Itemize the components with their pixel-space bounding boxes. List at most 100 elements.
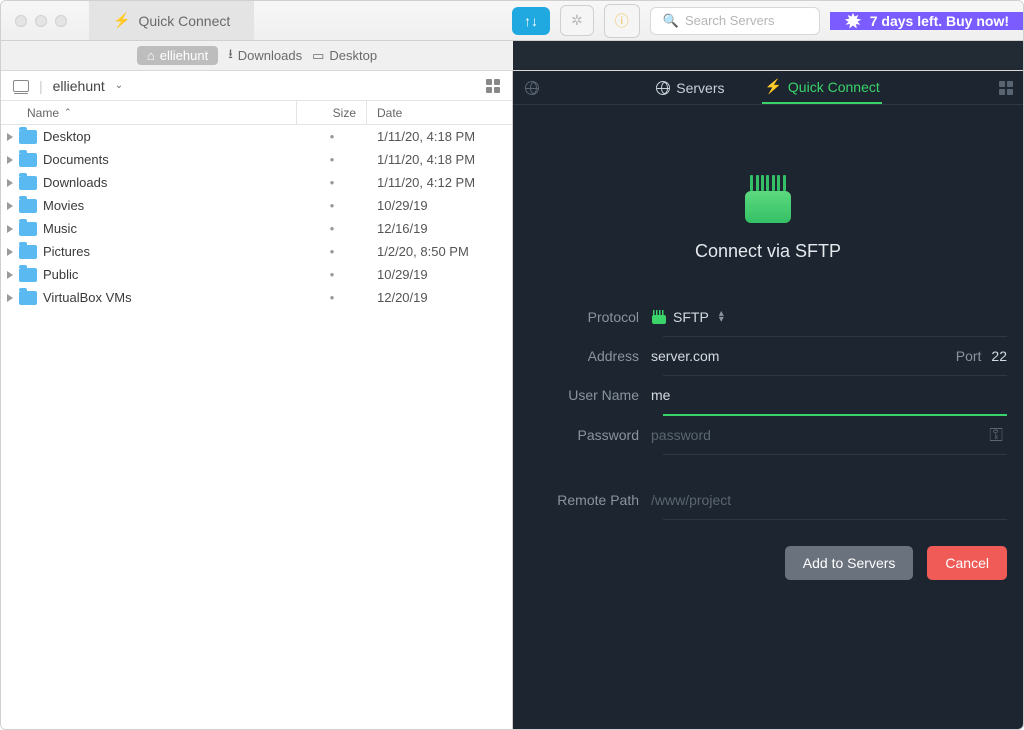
disclosure-icon[interactable] [7, 248, 13, 256]
file-size: • [297, 175, 367, 190]
buy-text: 7 days left. Buy now! [870, 13, 1009, 29]
column-size[interactable]: Size [297, 101, 367, 124]
protocol-select[interactable]: SFTP ▴▾ [651, 298, 1007, 336]
disk-icon [13, 80, 29, 92]
transfer-button[interactable]: ↑↓ [512, 7, 550, 35]
tab-quick-connect[interactable]: ⚡ Quick Connect [89, 1, 254, 40]
breadcrumb-desktop[interactable]: ▭Desktop [312, 48, 377, 64]
label-remote-path: Remote Path [513, 492, 651, 508]
file-row[interactable]: VirtualBox VMs •12/20/19 [1, 286, 512, 309]
file-date: 10/29/19 [367, 198, 512, 213]
breadcrumb-elliehunt[interactable]: ⌂elliehunt [137, 46, 218, 65]
file-name-label: Documents [43, 152, 109, 167]
file-row[interactable]: Movies•10/29/19 [1, 194, 512, 217]
disclosure-icon[interactable] [7, 179, 13, 187]
zoom-icon[interactable] [55, 15, 67, 27]
breadcrumb-bar: ⌂elliehunt ⭳Downloads ▭Desktop [1, 41, 1023, 71]
disclosure-icon[interactable] [7, 271, 13, 279]
disclosure-icon[interactable] [7, 133, 13, 141]
spinner-icon: ✲ [571, 12, 583, 28]
file-date: 1/11/20, 4:18 PM [367, 129, 512, 144]
download-icon: ⭳ [228, 45, 233, 67]
tab-label: Quick Connect [138, 13, 230, 29]
file-size: • [297, 267, 367, 282]
file-name-label: Movies [43, 198, 84, 213]
file-row[interactable]: Music •12/16/19 [1, 217, 512, 240]
chevron-down-icon: ⌄ [115, 80, 123, 91]
column-headers: Name ⌃ Size Date [1, 101, 512, 125]
column-date[interactable]: Date [367, 101, 512, 124]
home-icon: ⌂ [147, 48, 155, 63]
lightning-icon: ⚡ [113, 12, 130, 29]
file-name-label: Pictures [43, 244, 90, 259]
file-row[interactable]: Downloads •1/11/20, 4:12 PM [1, 171, 512, 194]
titlebar: ⚡ Quick Connect ↑↓ ✲ ⓘ 🔍 Search Servers … [1, 1, 1023, 41]
search-input[interactable]: 🔍 Search Servers [650, 7, 820, 35]
disclosure-icon[interactable] [7, 156, 13, 164]
local-browser: | elliehunt ⌄ Name ⌃ Size Date Desktop•1… [1, 71, 513, 729]
buy-now-banner[interactable]: 7 days left. Buy now! [830, 12, 1023, 30]
folder-icon [19, 199, 37, 213]
connect-form: Connect via SFTP Protocol SFTP ▴▾ [513, 105, 1023, 729]
file-row[interactable]: Pictures •1/2/20, 8:50 PM [1, 240, 512, 263]
tab-servers[interactable]: Servers [654, 71, 726, 104]
file-date: 12/20/19 [367, 290, 512, 305]
cancel-button[interactable]: Cancel [927, 546, 1007, 580]
file-size: • [297, 244, 367, 259]
disclosure-icon[interactable] [7, 202, 13, 210]
file-size: • [297, 152, 367, 167]
file-row[interactable]: Public •10/29/19 [1, 263, 512, 286]
folder-icon [19, 153, 37, 167]
file-row[interactable]: Desktop•1/11/20, 4:18 PM [1, 125, 512, 148]
file-date: 1/11/20, 4:12 PM [367, 175, 512, 190]
file-name-label: Downloads [43, 175, 107, 190]
folder-icon [19, 268, 37, 282]
close-icon[interactable] [15, 15, 27, 27]
file-date: 1/2/20, 8:50 PM [367, 244, 512, 259]
label-username: User Name [513, 387, 651, 403]
path-selector[interactable]: | elliehunt ⌄ [1, 71, 512, 101]
tab-quick-connect-remote[interactable]: ⚡ Quick Connect [762, 71, 881, 104]
disclosure-icon[interactable] [7, 225, 13, 233]
add-to-servers-button[interactable]: Add to Servers [785, 546, 914, 580]
view-toggle[interactable] [486, 79, 500, 93]
file-size: • [297, 290, 367, 305]
file-size: • [297, 221, 367, 236]
grid-icon[interactable] [999, 81, 1013, 95]
key-icon[interactable]: ⚿ [989, 425, 1003, 446]
label-protocol: Protocol [513, 309, 651, 325]
desktop-icon: ▭ [312, 48, 324, 64]
file-row[interactable]: Documents •1/11/20, 4:18 PM [1, 148, 512, 171]
folder-icon [19, 222, 37, 236]
folder-icon [19, 291, 37, 305]
remote-panel: Servers ⚡ Quick Connect Connect via SFTP… [513, 71, 1023, 729]
username-input[interactable] [651, 381, 1007, 409]
window-controls[interactable] [1, 15, 81, 27]
connect-title: Connect via SFTP [695, 241, 841, 262]
globe-icon [656, 81, 670, 95]
port-value[interactable]: 22 [991, 348, 1007, 364]
file-name-label: Music [43, 221, 77, 236]
remote-path-input[interactable] [651, 486, 1007, 514]
activity-button[interactable]: ✲ [560, 5, 594, 36]
lightning-icon: ⚡ [764, 78, 781, 95]
info-icon: ⓘ [615, 13, 629, 29]
file-list: Desktop•1/11/20, 4:18 PMDocuments•1/11/2… [1, 125, 512, 729]
breadcrumb-downloads[interactable]: ⭳Downloads [228, 45, 302, 67]
globe-icon[interactable] [525, 81, 539, 95]
password-input[interactable] [651, 421, 989, 449]
file-date: 1/11/20, 4:18 PM [367, 152, 512, 167]
file-name-label: VirtualBox VMs [43, 290, 132, 305]
burst-icon [844, 12, 862, 30]
file-date: 10/29/19 [367, 267, 512, 282]
path-label: elliehunt [53, 78, 105, 94]
info-button[interactable]: ⓘ [604, 4, 640, 38]
minimize-icon[interactable] [35, 15, 47, 27]
disclosure-icon[interactable] [7, 294, 13, 302]
file-date: 12/16/19 [367, 221, 512, 236]
address-input[interactable] [651, 342, 1007, 370]
column-name[interactable]: Name ⌃ [1, 101, 297, 124]
updown-arrows-icon: ↑↓ [524, 13, 538, 29]
label-address: Address [513, 348, 651, 364]
file-name-label: Public [43, 267, 78, 282]
